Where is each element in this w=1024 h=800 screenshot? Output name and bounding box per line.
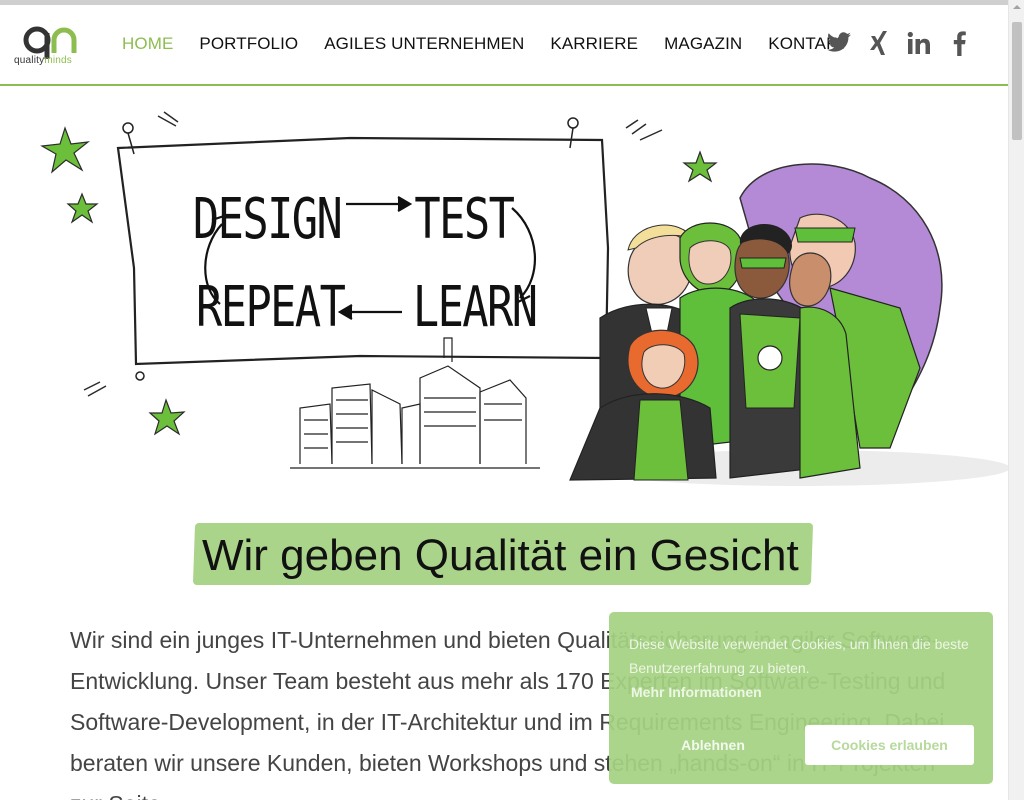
nav-portfolio[interactable]: PORTFOLIO: [199, 34, 298, 54]
linkedin-icon[interactable]: [906, 29, 932, 57]
star-icon: [66, 192, 99, 224]
scroll-up-arrow-icon[interactable]: [1012, 2, 1022, 12]
hero-word-repeat: REPEAT: [196, 274, 346, 340]
cookie-accept-button[interactable]: Cookies erlauben: [805, 725, 974, 765]
superhero-team-illustration: [569, 163, 1010, 486]
main-nav: HOME PORTFOLIO AGILES UNTERNEHMEN KARRIE…: [122, 34, 874, 54]
hero-artwork: DESIGN TEST REPEAT LEARN: [40, 111, 1010, 486]
site-header: qualityminds HOME PORTFOLIO AGILES UNTER…: [0, 5, 1008, 86]
page-headline: Wir geben Qualität ein Gesicht: [202, 531, 799, 580]
headline-highlight: Wir geben Qualität ein Gesicht: [192, 523, 814, 585]
logo-wordmark: qualityminds: [14, 55, 72, 66]
cookie-banner: Diese Website verwendet Cookies, um Ihne…: [609, 612, 993, 784]
cookie-message: Diese Website verwendet Cookies, um Ihne…: [629, 636, 969, 676]
xing-icon[interactable]: [866, 29, 892, 57]
nav-agiles-unternehmen[interactable]: AGILES UNTERNEHMEN: [324, 34, 524, 54]
hero-word-learn: LEARN: [413, 274, 537, 340]
twitter-icon[interactable]: [826, 29, 852, 57]
star-icon: [682, 150, 718, 183]
hero-illustration: DESIGN TEST REPEAT LEARN: [40, 108, 1010, 498]
cookie-more-info-link[interactable]: Mehr Informationen: [631, 684, 762, 700]
star-icon: [148, 398, 186, 436]
star-icon: [40, 126, 91, 174]
scrollbar-thumb[interactable]: [1012, 22, 1022, 140]
nav-karriere[interactable]: KARRIERE: [550, 34, 638, 54]
nav-home[interactable]: HOME: [122, 34, 173, 54]
social-links: [826, 29, 972, 57]
page-scrollbar[interactable]: [1008, 0, 1024, 800]
cookie-reject-button[interactable]: Ablehnen: [649, 725, 777, 765]
hero-word-test: TEST: [414, 186, 514, 252]
nav-magazin[interactable]: MAGAZIN: [664, 34, 742, 54]
facebook-icon[interactable]: [946, 29, 972, 57]
